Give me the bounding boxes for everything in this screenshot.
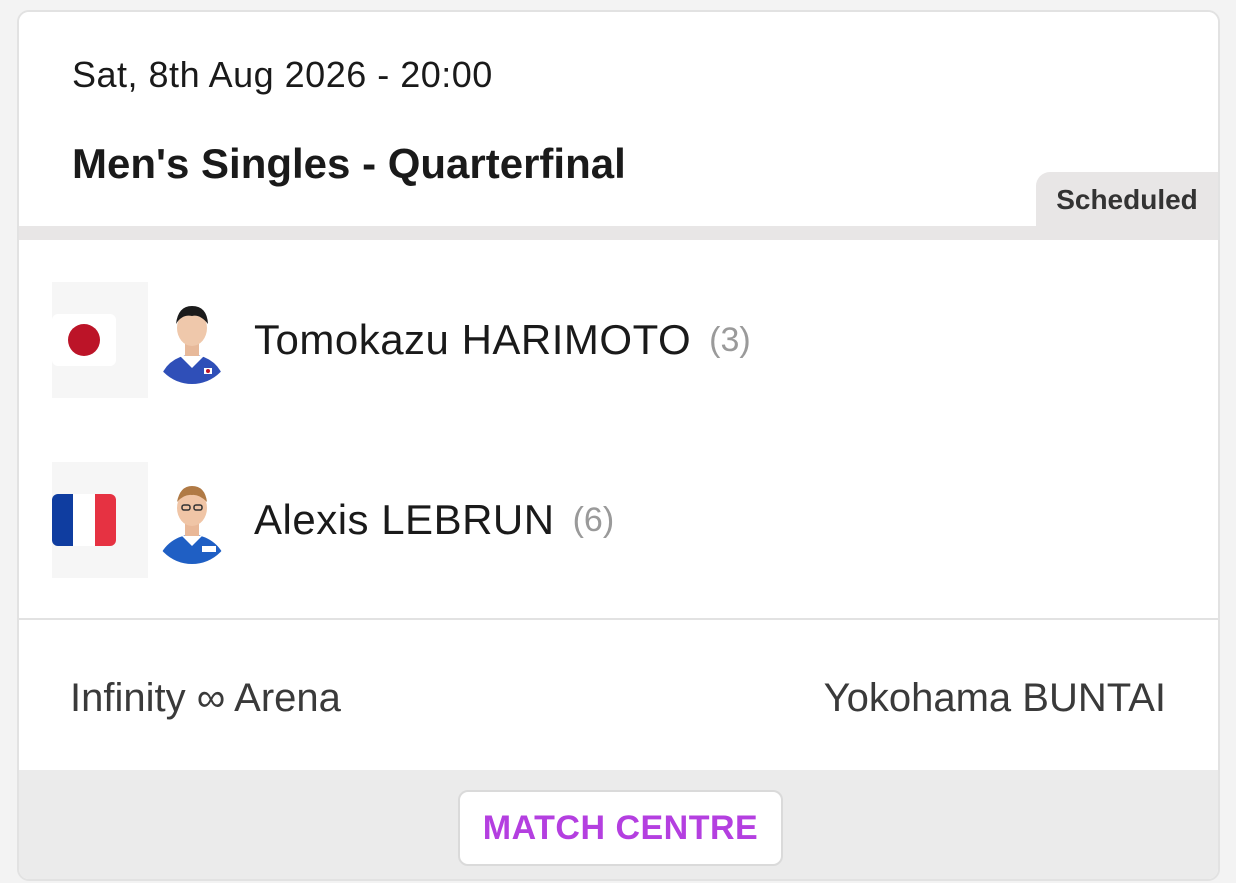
player-row[interactable]: Alexis LEBRUN (6) [52,462,1152,578]
match-datetime: Sat, 8th Aug 2026 - 20:00 [72,54,493,95]
player-row[interactable]: Tomokazu HARIMOTO (3) [52,282,1152,398]
venue-city: Yokohama BUNTAI [823,676,1166,720]
match-card: Sat, 8th Aug 2026 - 20:00 Men's Singles … [17,10,1220,881]
player-seed: (6) [572,500,615,539]
player-name: Alexis LEBRUN [254,496,555,543]
match-event-title: Men's Singles - Quarterfinal [72,140,626,187]
header-divider [19,226,1218,240]
card-footer: MATCH CENTRE [19,770,1218,879]
status-badge: Scheduled [1036,172,1218,228]
section-divider [19,618,1218,620]
venue-name: Infinity ∞ Arena [70,676,341,720]
flag-japan-icon [52,314,116,366]
flag-france-icon [52,494,116,546]
player-seed: (3) [709,320,751,359]
player-name: Tomokazu HARIMOTO [254,316,692,363]
avatar [152,292,232,388]
flag-container [52,282,148,398]
avatar [152,472,232,568]
flag-container [52,462,148,578]
match-centre-button[interactable]: MATCH CENTRE [458,790,783,866]
